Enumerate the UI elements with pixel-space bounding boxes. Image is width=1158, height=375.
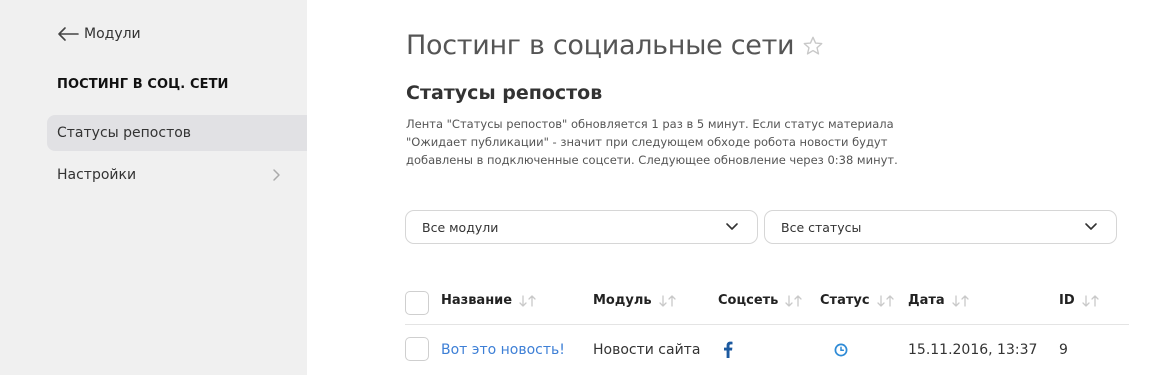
sidebar: Модули ПОСТИНГ В СОЦ. СЕТИ Статусы репос… [0,0,307,375]
sidebar-item-label: Статусы репостов [57,125,192,141]
post-title-link[interactable]: Вот это новость! [441,342,565,358]
sidebar-section-title: ПОСТИНГ В СОЦ. СЕТИ [57,77,229,92]
module-filter-select[interactable]: Все модули [405,210,758,244]
select-all-checkbox[interactable] [405,291,429,315]
description-line: "Ожидает публикации" - значит при следую… [406,135,888,149]
row-checkbox[interactable] [405,337,429,361]
module-filter-value: Все модули [422,219,499,235]
sidebar-item-settings[interactable]: Настройки [47,157,307,193]
column-header-label: Модуль [593,293,652,308]
post-id: 9 [1059,342,1068,358]
facebook-icon [724,341,733,358]
post-module: Новости сайта [593,342,701,358]
column-header-label: Дата [908,293,945,308]
arrow-left-icon [58,27,79,41]
sort-icon [952,294,969,307]
column-header-date[interactable]: Дата [908,293,971,308]
description-line: Лента "Статусы репостов" обновляется 1 р… [406,117,894,131]
column-header-title[interactable]: Название [441,293,538,308]
chevron-down-icon [1085,223,1097,230]
column-header-label: Статус [820,293,870,308]
column-header-label: Соцсеть [718,293,779,308]
sidebar-item-repost-statuses[interactable]: Статусы репостов [47,115,307,151]
column-header-id[interactable]: ID [1059,293,1101,308]
back-to-modules-link[interactable]: Модули [57,26,141,42]
column-header-status[interactable]: Статус [820,293,896,308]
sort-icon [519,294,536,307]
clock-icon [834,343,848,357]
status-filter-select[interactable]: Все статусы [764,210,1117,244]
column-header-module[interactable]: Модуль [593,293,678,308]
sort-icon [876,294,894,307]
back-link-label: Модули [84,26,141,42]
table-header: Название Модуль Соцсеть Статус Дата ID [405,287,1129,325]
page-title: Постинг в социальные сети [406,30,795,61]
column-header-label: ID [1059,293,1075,308]
section-title: Статусы репостов [406,82,603,104]
sort-icon [785,294,803,307]
status-filter-value: Все статусы [781,219,862,235]
chevron-right-icon [273,169,280,181]
column-header-social[interactable]: Соцсеть [718,293,804,308]
star-icon[interactable] [802,35,824,57]
chevron-down-icon [726,223,738,230]
sort-icon [658,294,676,307]
description-line: добавлены в подключенные соцсети. Следую… [406,153,898,167]
post-date: 15.11.2016, 13:37 [908,342,1038,358]
table-row: Вот это новость! Новости сайта 15.11.201… [405,330,1129,370]
sort-icon [1081,294,1099,307]
main-content: Постинг в социальные сети Статусы репост… [307,0,1158,375]
description-text: Лента "Статусы репостов" обновляется 1 р… [406,115,926,169]
column-header-label: Название [441,293,513,308]
sidebar-item-label: Настройки [57,167,137,183]
